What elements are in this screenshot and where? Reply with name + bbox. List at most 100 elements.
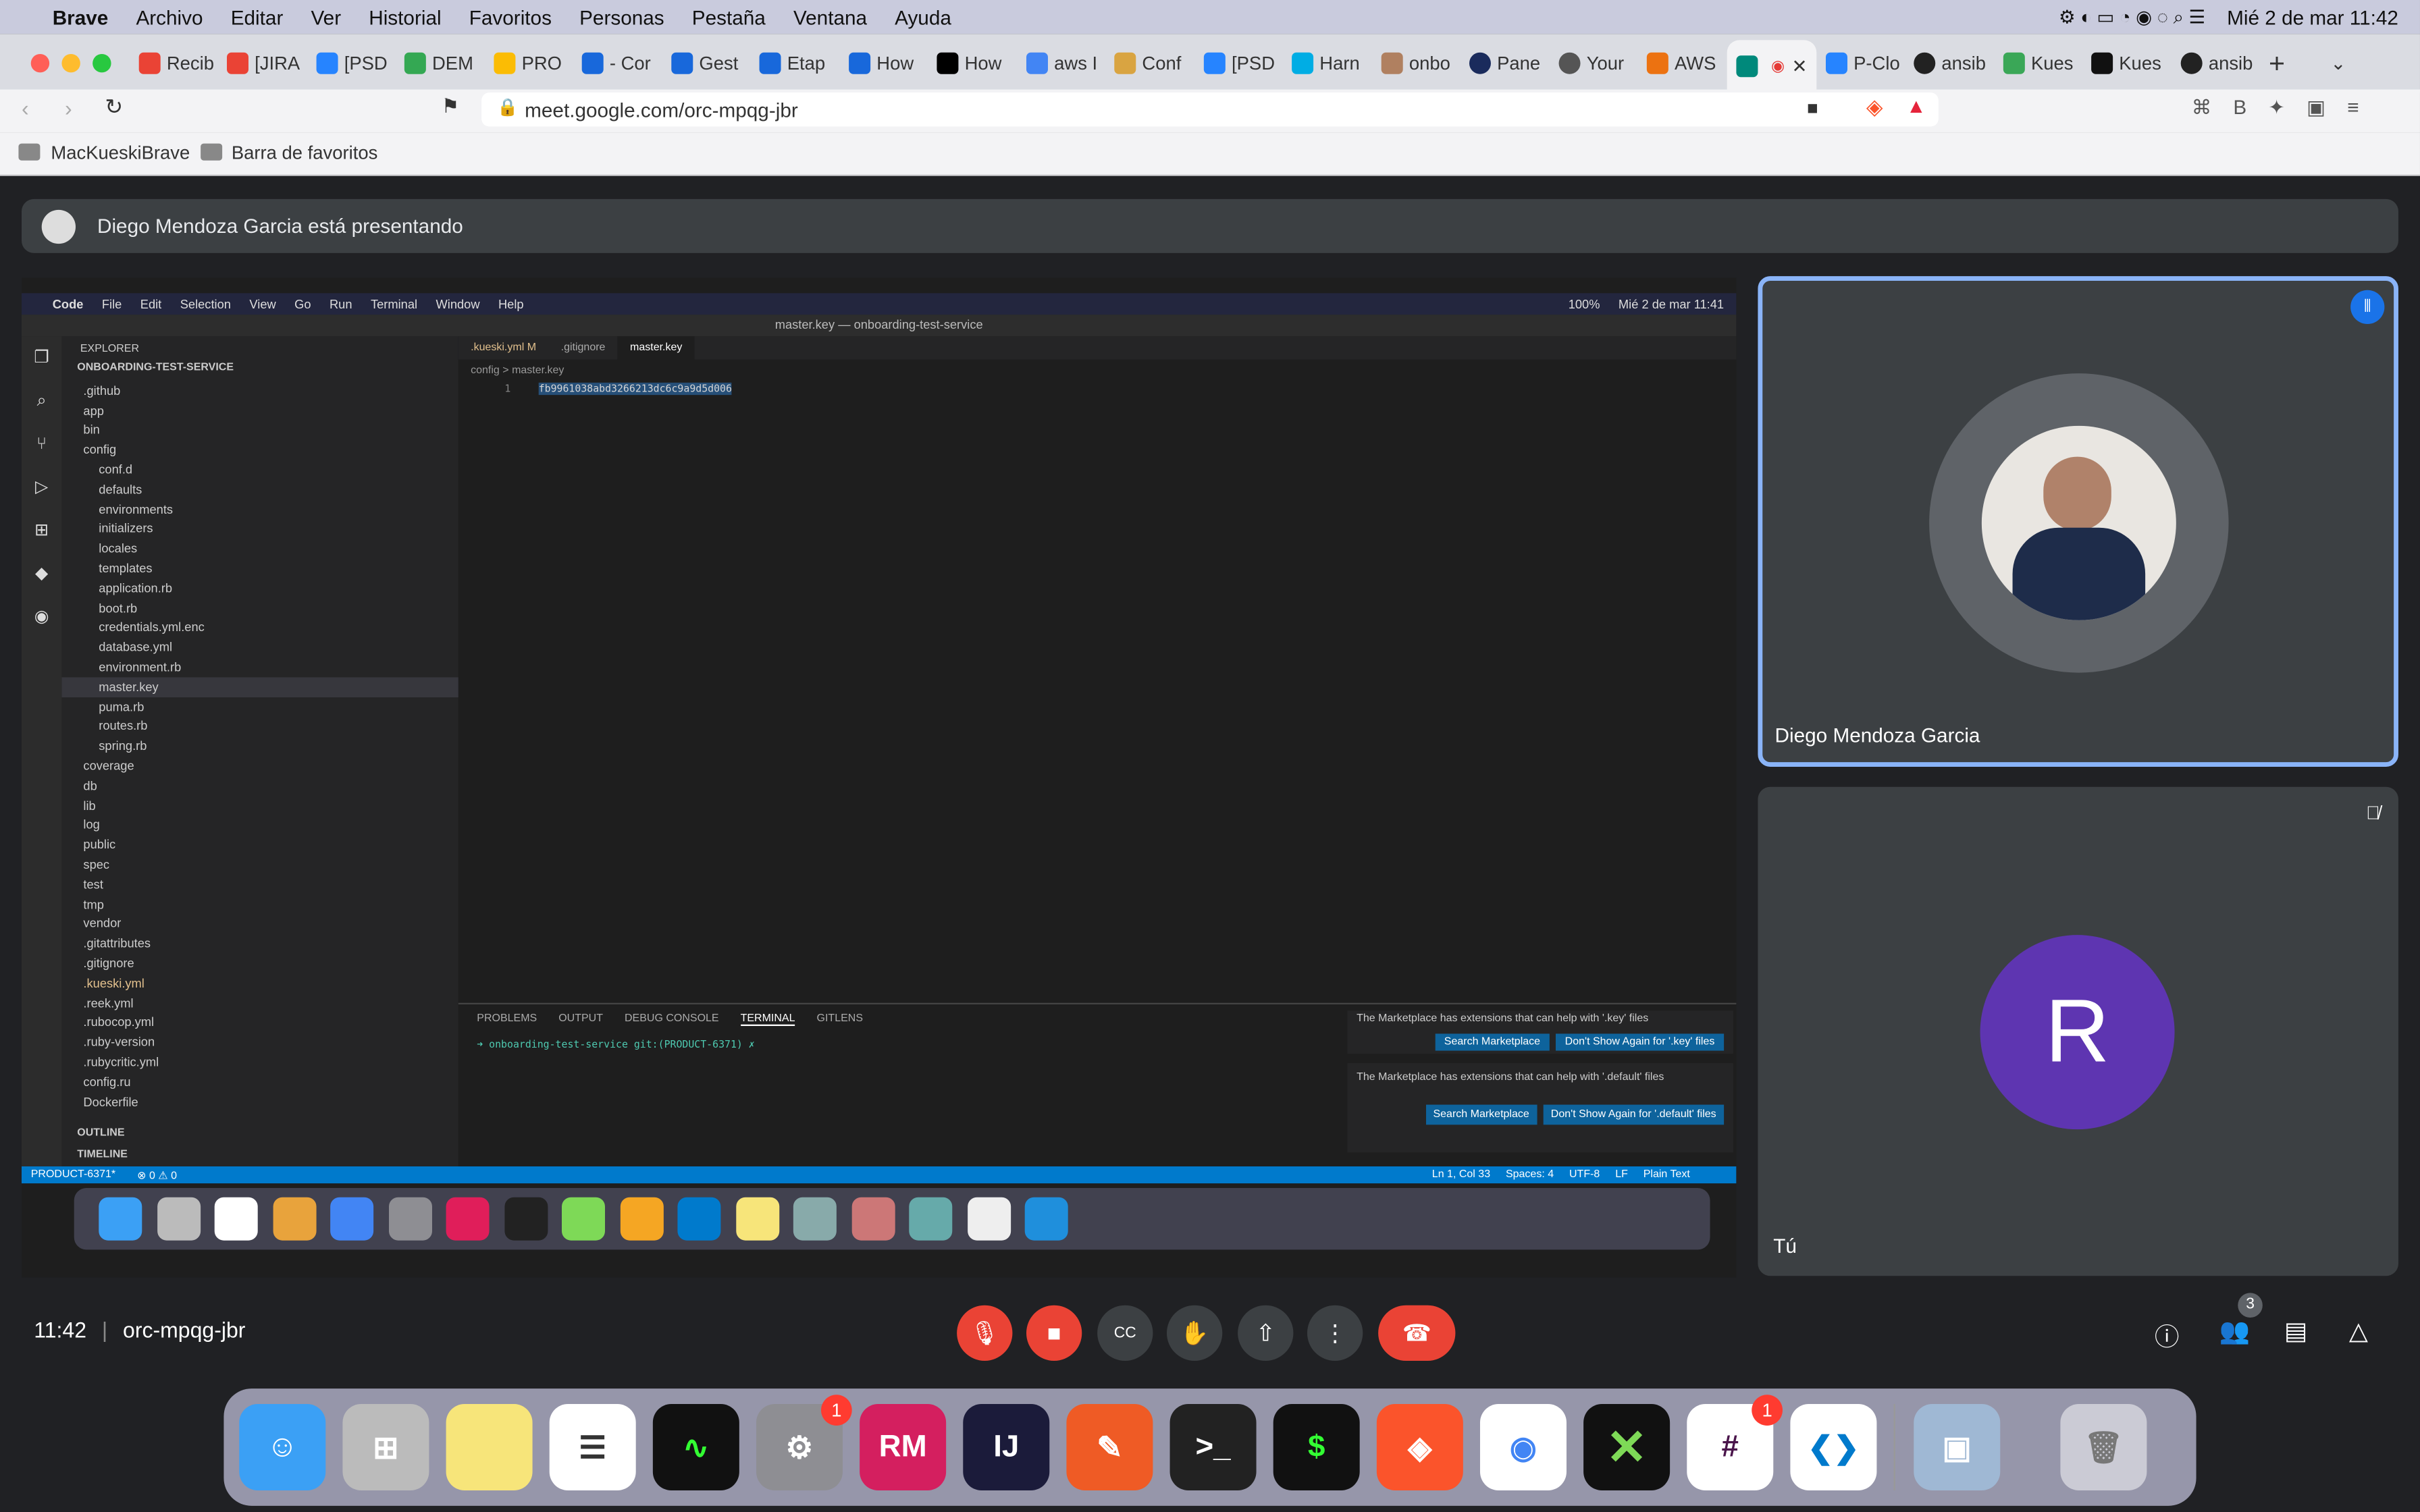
menu-ventana[interactable]: Ventana [793,5,867,28]
menubar-clock[interactable]: Mié 2 de mar 11:42 [2227,5,2398,28]
captions-button[interactable]: CC [1097,1305,1153,1361]
bookmark-icon[interactable]: ⚑ [442,94,460,119]
menu-item: Go [294,296,311,311]
puzzle-icon[interactable]: ✦ [2268,96,2285,121]
mic-off-button[interactable]: 🎙 [957,1305,1013,1361]
menu-ayuda[interactable]: Ayuda [895,5,951,28]
menu-personas[interactable]: Personas [579,5,664,28]
new-tab-button[interactable]: + [2259,40,2321,86]
brave-shield-icon[interactable]: ◈ [1866,94,1883,120]
browser-tab[interactable]: Pane [1460,40,1550,86]
menu-app-name[interactable]: Brave [53,5,109,28]
wallet-icon[interactable]: ▣ [2307,96,2325,121]
launchpad-icon[interactable]: ⊞ [342,1403,429,1490]
brave-icon[interactable]: ◈ [1376,1403,1463,1490]
people-icon[interactable]: 👥 [2219,1316,2251,1347]
info-icon[interactable]: ⓘ [2155,1316,2180,1353]
participant-tile-speaker[interactable]: ⦀ Diego Mendoza Garcia [1758,276,2398,767]
system-preferences-icon[interactable]: ⚙ 1 [756,1395,852,1490]
browser-tab[interactable]: DEM [395,40,485,86]
camera-off-button[interactable]: ■ [1026,1305,1082,1361]
rubymine-icon[interactable]: RM [860,1403,947,1490]
forward-icon[interactable]: › [65,96,72,121]
minimize-window-button[interactable] [61,53,80,73]
activity-monitor-icon[interactable]: ∿ [652,1403,739,1490]
browser-tab[interactable]: Conf [1105,40,1195,86]
close-window-button[interactable] [30,53,50,73]
kueski-icon [2003,52,2025,74]
zoom-window-button[interactable] [93,53,111,73]
xmind-icon[interactable]: ✕ [1583,1403,1671,1490]
menu-favoritos[interactable]: Favoritos [469,5,552,28]
menu-historial[interactable]: Historial [369,5,441,28]
postman-icon[interactable]: ✎ [1066,1403,1153,1490]
vscode-icon[interactable]: ❮❯ [1790,1403,1877,1490]
menu-icon[interactable]: ≡ [2347,96,2359,121]
close-tab-icon[interactable]: ✕ [1792,55,1808,77]
more-options-button[interactable]: ⋮ [1307,1305,1363,1361]
browser-tab[interactable]: Your [1550,40,1637,86]
iterm-icon[interactable]: $ [1273,1403,1360,1490]
tab-search-icon[interactable]: ⌄ [2321,40,2368,86]
leave-call-button[interactable]: ☎ [1378,1305,1456,1361]
browser-tab[interactable]: Recib [130,40,217,86]
extension-icons[interactable]: ⌘ B ✦ ▣ ≡ [2192,96,2359,121]
bookmark-folder[interactable]: Barra de favoritos [232,142,377,163]
intellij-icon[interactable]: IJ [963,1403,1050,1490]
browser-tab[interactable]: P-Clo [1816,40,1904,86]
translate-icon[interactable]: ⌘ [2192,96,2212,121]
tab-meet-active[interactable]: ◉ ✕ [1727,40,1817,93]
browser-tab[interactable]: [JIRA [217,40,307,86]
browser-tab[interactable]: [PSD [307,40,395,86]
address-bar[interactable]: 🔒 meet.google.com/orc-mpqg-jbr ■ ◈ ▲ [481,92,1939,127]
browser-tab[interactable]: Etap [750,40,840,86]
preview-icon[interactable]: ▣ [1914,1403,2001,1490]
present-button[interactable]: ⇧ [1238,1305,1294,1361]
menu-item: Run [329,296,352,311]
menu-editar[interactable]: Editar [231,5,284,28]
lock-icon[interactable]: 🔒 [497,97,518,117]
browser-tab[interactable]: How [928,40,1018,86]
participant-tile-self[interactable]: R 🎙̸ Tú [1758,786,2398,1276]
url-text[interactable]: meet.google.com/orc-mpqg-jbr [525,98,798,121]
chat-icon[interactable]: ▤ [2284,1316,2308,1347]
file-tree-item: test [83,878,103,892]
browser-tab[interactable]: - Cor [573,40,662,86]
browser-tab[interactable]: How [839,40,927,86]
dont-show-default-button: Don't Show Again for '.default' files [1543,1104,1725,1125]
browser-tab[interactable]: PRO [485,40,573,86]
back-icon[interactable]: ‹ [22,96,29,121]
finder-icon[interactable]: ☺ [239,1403,326,1490]
chrome-icon[interactable]: ◉ [1479,1403,1567,1490]
panel-tab: PROBLEMS [477,1013,537,1025]
brave-rewards-icon[interactable]: ▲ [1906,94,1926,117]
browser-tab[interactable]: Kues [1994,40,2082,86]
code-line: 1 fb9961038abd3266213dc6c9a9d5d006 [458,382,1737,396]
browser-tab[interactable]: aws I [1017,40,1105,86]
browser-tab[interactable]: onbo [1372,40,1460,86]
browser-tab[interactable]: Harn [1282,40,1372,86]
dont-show-key-button: Don't Show Again for '.key' files [1555,1033,1725,1051]
activity-icons: ❐ ⌕ ⑂ ▷ ⊞ ◆ ◉ [34,348,49,626]
menu-archivo[interactable]: Archivo [136,5,203,28]
trash-icon[interactable]: 🗑 [2060,1403,2147,1490]
bookmark-folder[interactable]: MacKueskiBrave [51,142,190,163]
menu-ver[interactable]: Ver [311,5,341,28]
terminal-icon[interactable]: >_ [1169,1403,1257,1490]
raise-hand-button[interactable]: ✋ [1166,1305,1223,1361]
menu-pestana[interactable]: Pestaña [692,5,766,28]
browser-tab[interactable]: ansib [1905,40,1995,86]
slack-icon[interactable]: #1 [1687,1395,1783,1490]
browser-tab[interactable]: AWS [1637,40,1727,86]
browser-tab[interactable]: Gest [662,40,750,86]
camera-icon[interactable]: ■ [1807,97,1818,119]
browser-tab[interactable]: Kues [2082,40,2172,86]
browser-tab[interactable]: [PSD [1194,40,1282,86]
activities-icon[interactable]: △ [2349,1316,2368,1347]
reminders-icon[interactable]: ☰ [549,1403,636,1490]
status-icons[interactable]: ⚙ ◐ ▭ ◔ ◉ ◌ ⌕ ☰ [2059,5,2205,28]
notes-icon[interactable] [446,1403,533,1490]
extension-icon[interactable]: B [2233,96,2246,121]
browser-tab[interactable]: ansib [2172,40,2259,86]
reload-icon[interactable]: ↻ [105,94,123,120]
